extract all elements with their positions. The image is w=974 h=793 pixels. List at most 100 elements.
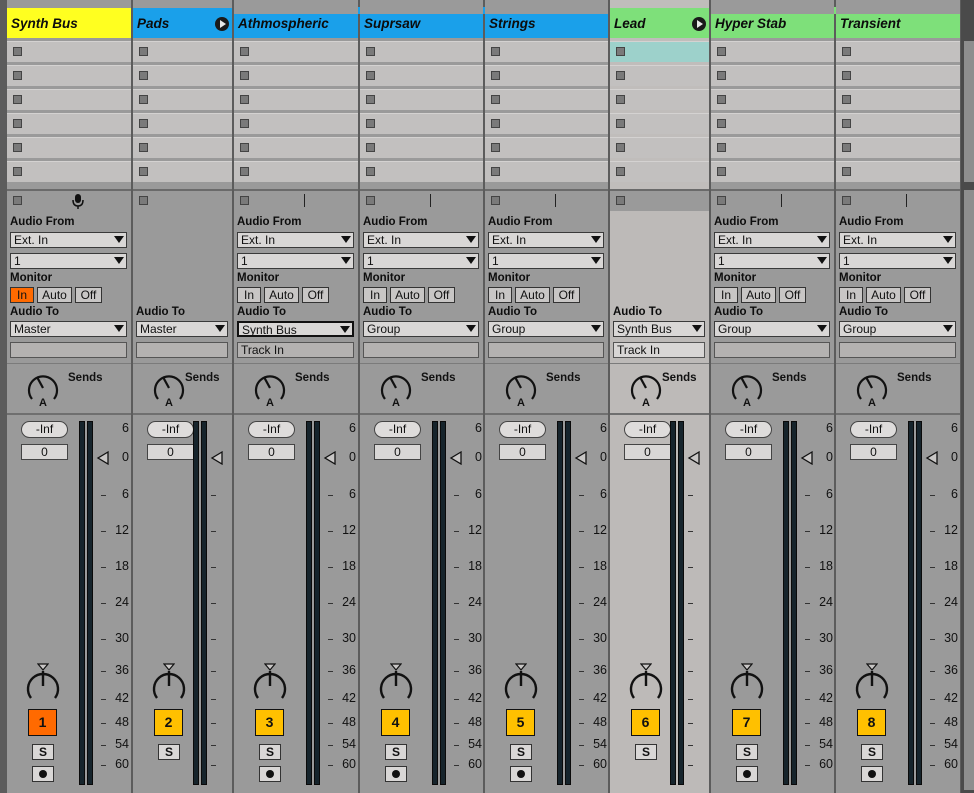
clip-slot[interactable] xyxy=(610,65,709,86)
clip-slot[interactable] xyxy=(7,113,131,134)
stop-button-icon[interactable] xyxy=(717,47,726,56)
pan-readout[interactable]: 0 xyxy=(248,444,295,460)
stop-button-icon[interactable] xyxy=(240,143,249,152)
stop-button-icon[interactable] xyxy=(616,71,625,80)
solo-button[interactable]: S xyxy=(385,744,407,760)
clip-slot[interactable] xyxy=(836,65,960,86)
stop-button-icon[interactable] xyxy=(717,95,726,104)
clip-slot[interactable] xyxy=(836,161,960,182)
pan-readout[interactable]: 0 xyxy=(850,444,897,460)
stop-button-icon[interactable] xyxy=(717,119,726,128)
stop-button-icon[interactable] xyxy=(366,167,375,176)
clip-slot[interactable] xyxy=(133,65,232,86)
stop-button-icon[interactable] xyxy=(240,47,249,56)
volume-readout[interactable]: -Inf xyxy=(499,421,546,438)
monitor-off-button[interactable]: Off xyxy=(428,287,455,303)
stop-button-icon[interactable] xyxy=(139,143,148,152)
stop-button-icon[interactable] xyxy=(240,196,249,205)
clip-slot[interactable] xyxy=(711,65,834,86)
clip-slot[interactable] xyxy=(234,113,358,134)
track-header[interactable]: Synth Bus xyxy=(7,8,131,38)
audio-channel-select[interactable]: 1 xyxy=(363,253,479,269)
clip-slot[interactable] xyxy=(485,137,608,158)
monitor-auto-button[interactable]: Auto xyxy=(866,287,901,303)
clip-slot[interactable] xyxy=(485,41,608,62)
pan-readout[interactable]: 0 xyxy=(624,444,671,460)
pan-readout[interactable]: 0 xyxy=(725,444,772,460)
triangle-left-icon[interactable] xyxy=(800,450,814,466)
track-header[interactable]: Suprsaw xyxy=(360,14,483,38)
stop-button-icon[interactable] xyxy=(842,47,851,56)
monitor-off-button[interactable]: Off xyxy=(302,287,329,303)
scroll-edge[interactable] xyxy=(961,0,974,793)
audio-from-select[interactable]: Ext. In xyxy=(10,232,127,248)
stop-button-icon[interactable] xyxy=(366,196,375,205)
stop-button-icon[interactable] xyxy=(491,143,500,152)
record-dot-icon[interactable] xyxy=(736,766,758,782)
triangle-left-icon[interactable] xyxy=(925,450,939,466)
stop-button-icon[interactable] xyxy=(240,119,249,128)
audio-to-select[interactable]: Synth Bus xyxy=(613,321,705,337)
clip-slot[interactable] xyxy=(7,41,131,62)
clip-slot[interactable] xyxy=(485,113,608,134)
stop-button-icon[interactable] xyxy=(139,71,148,80)
track-header[interactable]: Athmospheric xyxy=(234,14,358,38)
audio-to-select[interactable]: Group xyxy=(488,321,604,337)
audio-to-select[interactable]: Master xyxy=(10,321,127,337)
monitor-in-button[interactable]: In xyxy=(10,287,34,303)
clip-slot[interactable] xyxy=(7,161,131,182)
track-strip-7[interactable]: Hyper Stab Audio From Ext. In 1 Monitor In Aut… xyxy=(711,0,834,793)
volume-readout[interactable]: -Inf xyxy=(725,421,772,438)
clip-slot[interactable] xyxy=(836,113,960,134)
track-activator-button[interactable]: 6 xyxy=(631,709,660,736)
monitor-in-button[interactable]: In xyxy=(714,287,738,303)
clip-slot[interactable] xyxy=(711,89,834,110)
stop-button-icon[interactable] xyxy=(13,47,22,56)
pan-knob[interactable] xyxy=(729,668,765,704)
monitor-auto-button[interactable]: Auto xyxy=(741,287,776,303)
volume-readout[interactable]: -Inf xyxy=(624,421,671,438)
solo-button[interactable]: S xyxy=(259,744,281,760)
stop-button-icon[interactable] xyxy=(717,167,726,176)
stop-button-icon[interactable] xyxy=(13,196,22,205)
clip-slot[interactable] xyxy=(610,113,709,134)
stop-button-icon[interactable] xyxy=(139,119,148,128)
track-activator-button[interactable]: 2 xyxy=(154,709,183,736)
audio-to-select[interactable]: Group xyxy=(714,321,830,337)
track-header[interactable]: Strings xyxy=(485,14,608,38)
pan-readout[interactable]: 0 xyxy=(21,444,68,460)
clip-slot[interactable] xyxy=(836,89,960,110)
track-strip-2[interactable]: Pads Audio To Master A Sends -Inf 0 2 S xyxy=(133,0,232,793)
stop-button-icon[interactable] xyxy=(616,167,625,176)
stop-button-icon[interactable] xyxy=(842,95,851,104)
stop-button-icon[interactable] xyxy=(491,47,500,56)
stop-button-icon[interactable] xyxy=(13,143,22,152)
clip-slot[interactable] xyxy=(711,137,834,158)
track-activator-button[interactable]: 3 xyxy=(255,709,284,736)
stop-button-icon[interactable] xyxy=(616,143,625,152)
volume-readout[interactable]: -Inf xyxy=(248,421,295,438)
clip-slot[interactable] xyxy=(360,161,483,182)
clip-slot[interactable] xyxy=(133,89,232,110)
stop-button-icon[interactable] xyxy=(366,47,375,56)
track-header[interactable]: Lead xyxy=(610,8,709,38)
monitor-auto-button[interactable]: Auto xyxy=(515,287,550,303)
solo-button[interactable]: S xyxy=(861,744,883,760)
clip-slot[interactable] xyxy=(360,113,483,134)
record-dot-icon[interactable] xyxy=(861,766,883,782)
audio-from-select[interactable]: Ext. In xyxy=(839,232,956,248)
stop-button-icon[interactable] xyxy=(842,167,851,176)
stop-button-icon[interactable] xyxy=(491,196,500,205)
track-in-field[interactable] xyxy=(136,342,228,358)
audio-channel-select[interactable]: 1 xyxy=(10,253,127,269)
stop-button-icon[interactable] xyxy=(139,47,148,56)
track-header[interactable]: Hyper Stab xyxy=(711,14,834,38)
triangle-left-icon[interactable] xyxy=(687,450,701,466)
track-strip-3[interactable]: Athmospheric Audio From Ext. In 1 Monitor In A… xyxy=(234,0,358,793)
solo-button[interactable]: S xyxy=(736,744,758,760)
pan-knob[interactable] xyxy=(378,668,414,704)
stop-button-icon[interactable] xyxy=(13,71,22,80)
clip-slot[interactable] xyxy=(360,137,483,158)
monitor-in-button[interactable]: In xyxy=(363,287,387,303)
monitor-off-button[interactable]: Off xyxy=(904,287,931,303)
